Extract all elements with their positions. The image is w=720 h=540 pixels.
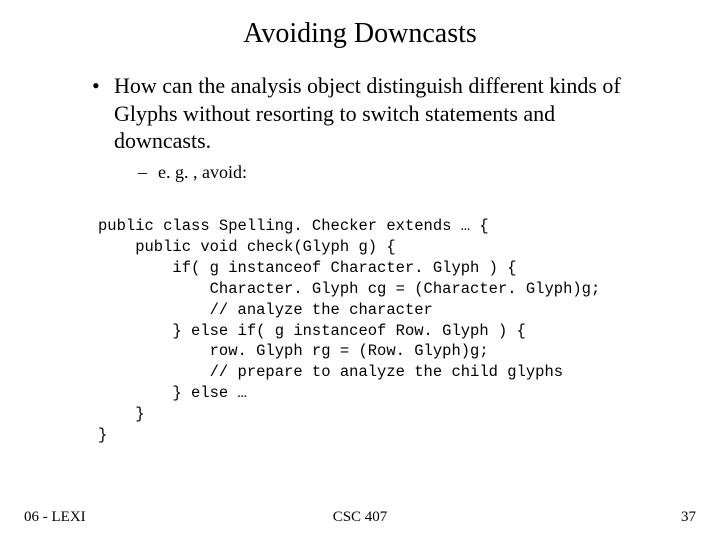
bullet-dash-icon: –	[138, 161, 158, 184]
code-line: } else …	[98, 384, 247, 402]
slide-footer: 06 - LEXI CSC 407 37	[0, 509, 720, 526]
code-line: row. Glyph rg = (Row. Glyph)g;	[98, 342, 489, 360]
bullet-2-text: e. g. , avoid:	[158, 161, 247, 184]
code-line: public class Spelling. Checker extends ……	[98, 217, 489, 235]
bullet-1-text: How can the analysis object distinguish …	[114, 72, 644, 155]
bullet-level-2: – e. g. , avoid:	[138, 161, 644, 184]
code-line: Character. Glyph cg = (Character. Glyph)…	[98, 280, 600, 298]
footer-center: CSC 407	[0, 509, 720, 526]
code-line: // analyze the character	[98, 301, 433, 319]
code-line: }	[98, 426, 107, 444]
code-line: if( g instanceof Character. Glyph ) {	[98, 259, 517, 277]
bullet-dot-icon: •	[92, 72, 114, 155]
slide-title: Avoiding Downcasts	[20, 18, 700, 50]
bullet-level-1: • How can the analysis object distinguis…	[92, 72, 644, 155]
code-line: public void check(Glyph g) {	[98, 238, 396, 256]
code-line: }	[98, 405, 145, 423]
code-block: public class Spelling. Checker extends ……	[98, 195, 700, 446]
slide: Avoiding Downcasts • How can the analysi…	[0, 0, 720, 540]
code-line: // prepare to analyze the child glyphs	[98, 363, 563, 381]
code-line: } else if( g instanceof Row. Glyph ) {	[98, 322, 526, 340]
